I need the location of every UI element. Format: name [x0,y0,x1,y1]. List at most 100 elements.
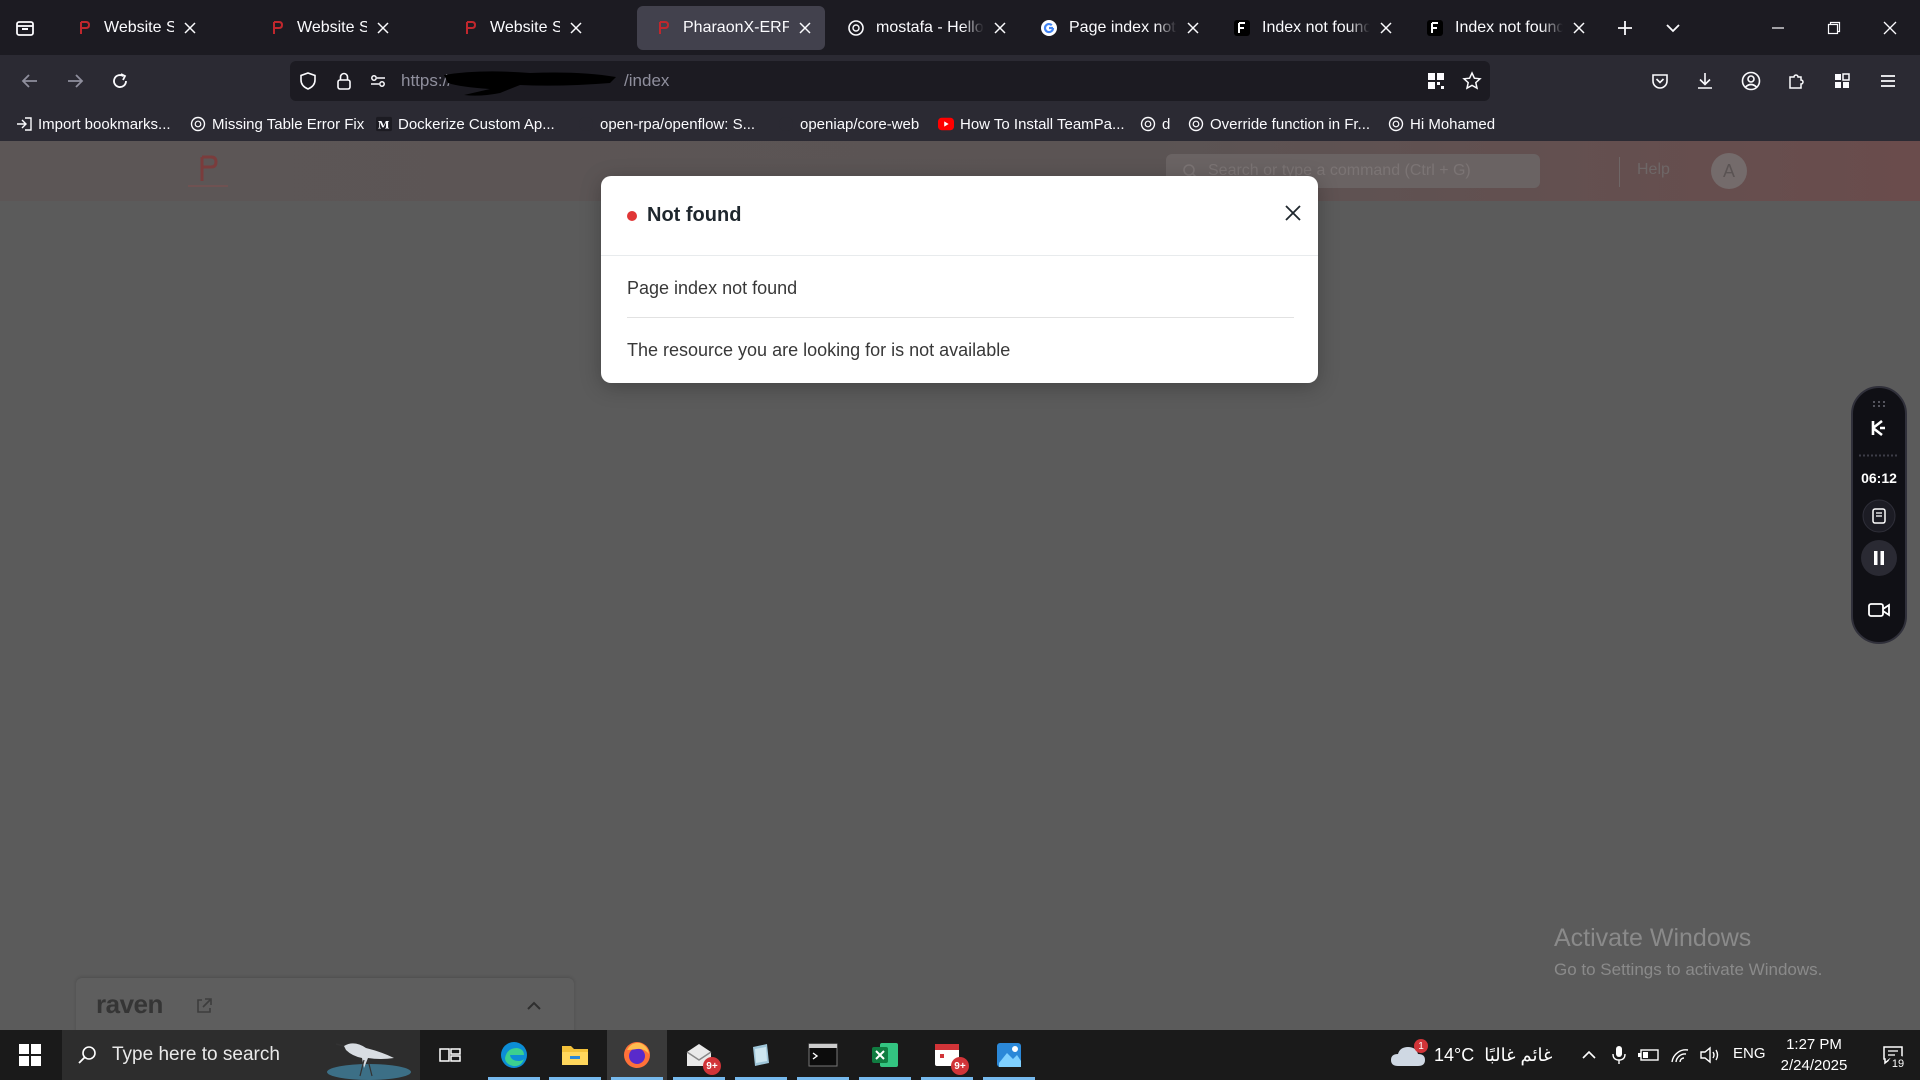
tab-title: Website Settings [490,19,560,36]
external-link-icon[interactable] [194,996,214,1016]
arrow-left-icon [21,74,37,88]
bookmark-item[interactable]: Missing Table Error Fix [190,112,364,136]
microphone-tray[interactable] [1607,1043,1631,1067]
volume-tray[interactable] [1698,1043,1722,1067]
back-button[interactable] [12,63,48,99]
outlook-app[interactable]: 9+ [917,1030,977,1080]
taskbar-clock-date[interactable]: 2/24/2025 [1772,1057,1856,1074]
pause-recording-button[interactable] [1853,538,1905,578]
task-view-button[interactable] [420,1030,480,1080]
camera-toggle-button[interactable] [1853,594,1905,626]
hamburger-icon [1881,75,1895,87]
pharaonx-icon [460,18,480,38]
taskbar-clock-time[interactable]: 1:27 PM [1780,1036,1848,1053]
pocket-button[interactable] [1642,63,1678,99]
bookmark-item[interactable]: d [1140,112,1170,136]
forward-button[interactable] [57,63,93,99]
tab-close-icon[interactable] [1183,18,1203,38]
microphone-icon [1612,1046,1626,1064]
input-language-indicator[interactable]: ENG [1733,1045,1766,1062]
restore-button[interactable] [1806,0,1862,55]
drag-handle[interactable] [1853,398,1905,410]
bookmark-item[interactable]: Import bookmarks... [16,112,171,136]
bookmark-star-icon[interactable] [1460,69,1484,93]
avatar[interactable]: A [1711,153,1747,189]
photos-app[interactable] [979,1030,1039,1080]
mail-app[interactable]: 9+ [669,1030,729,1080]
new-tab-button[interactable] [1608,11,1642,45]
excel-app[interactable] [855,1030,915,1080]
tab-title: Index not found - [1455,19,1563,36]
restore-icon [1827,21,1841,34]
lock-icon[interactable] [332,69,356,93]
more-tools-button[interactable] [1824,63,1860,99]
downloads-button[interactable] [1687,63,1723,99]
photos-icon [997,1043,1021,1067]
tab-close-icon[interactable] [795,18,815,38]
url-bar[interactable]: https:///index [290,61,1490,101]
qr-code-icon[interactable] [1424,69,1448,93]
firefox-app[interactable] [607,1030,667,1080]
minimize-button[interactable] [1750,0,1806,55]
tab-close-icon[interactable] [1569,18,1589,38]
account-button[interactable] [1733,63,1769,99]
tab-close-icon[interactable] [990,18,1010,38]
extensions-button[interactable] [1778,63,1814,99]
tab[interactable]: Page index not fou [1023,6,1213,50]
weather-widget[interactable]: 1 14°C غائم غالبًا [1390,1030,1552,1080]
weather-description: غائم غالبًا [1484,1044,1553,1065]
taskbar-search-box[interactable]: Type here to search [62,1030,420,1080]
tab-close-icon[interactable] [180,18,200,38]
dialog-close-button[interactable] [1279,199,1307,227]
tab-close-icon[interactable] [566,18,586,38]
shield-icon[interactable] [296,69,320,93]
file-explorer-app[interactable] [545,1030,605,1080]
not-found-dialog: Not found Page index not found The resou… [601,176,1318,383]
tab-active[interactable]: PharaonX-ERP [637,6,825,50]
bookmark-item[interactable]: Hi Mohamed [1388,112,1495,136]
network-tray[interactable] [1668,1043,1692,1067]
recorder-logo-button[interactable] [1853,414,1905,442]
tab[interactable]: Website Settings [251,6,403,50]
tab-title: Website Settings [104,19,174,36]
show-hidden-icons-button[interactable] [1577,1043,1601,1067]
google-icon [1039,18,1059,38]
github-icon [578,116,594,132]
tab-close-icon[interactable] [373,18,393,38]
permissions-icon[interactable] [366,69,390,93]
help-dropdown[interactable]: Help [1637,161,1670,179]
bookmark-item[interactable]: openiap/core-web [778,112,919,136]
start-button[interactable] [0,1030,60,1080]
chatgpt-icon [1140,116,1156,132]
chatgpt-icon [190,116,206,132]
battery-tray[interactable] [1637,1043,1661,1067]
terminal-app[interactable] [793,1030,853,1080]
windows-icon [19,1044,41,1066]
bookmark-item[interactable]: open-rpa/openflow: S... [578,112,755,136]
tab[interactable]: Website Settings [444,6,596,50]
tab-close-icon[interactable] [1376,18,1396,38]
tab[interactable]: Index not found - [1216,6,1406,50]
app-menu-button[interactable] [1870,63,1906,99]
close-window-button[interactable] [1862,0,1918,55]
raven-expand-button[interactable] [522,994,546,1018]
bookmark-item[interactable]: M Dockerize Custom Ap... [376,112,555,136]
edge-app[interactable] [484,1030,544,1080]
youtube-icon [938,116,954,132]
bookmark-item[interactable]: How To Install TeamPa... [938,112,1125,136]
tab[interactable]: mostafa - Hello as [830,6,1020,50]
plus-icon [1618,21,1632,35]
reload-button[interactable] [102,63,138,99]
svg-text:M: M [378,118,390,131]
pharaonx-logo[interactable] [180,151,236,191]
notification-center-button[interactable] [1866,1030,1920,1080]
recorder-notes-button[interactable] [1853,498,1905,534]
tab[interactable]: Website Settings [58,6,210,50]
minimize-icon [1772,26,1784,29]
firefox-view-button[interactable] [8,11,42,45]
bookmark-item[interactable]: Override function in Fr... [1188,112,1370,136]
list-all-tabs-button[interactable] [1656,11,1690,45]
firefox-view-icon [16,21,34,36]
tab[interactable]: Index not found - [1409,6,1599,50]
notes-app[interactable] [731,1030,791,1080]
